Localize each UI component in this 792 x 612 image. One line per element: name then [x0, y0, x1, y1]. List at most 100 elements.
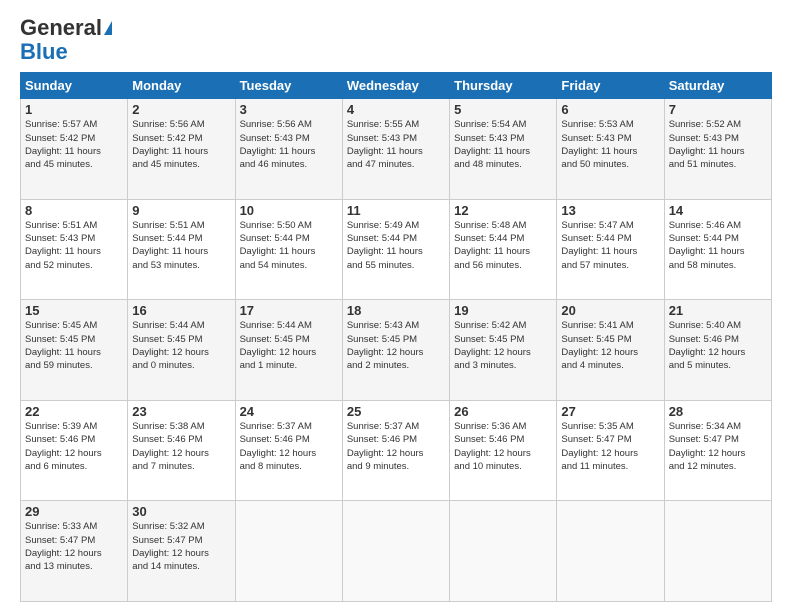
calendar-day-cell: 9Sunrise: 5:51 AM Sunset: 5:44 PM Daylig…: [128, 199, 235, 300]
day-number: 10: [240, 203, 338, 218]
day-number: 14: [669, 203, 767, 218]
day-info: Sunrise: 5:47 AM Sunset: 5:44 PM Dayligh…: [561, 219, 659, 272]
day-info: Sunrise: 5:44 AM Sunset: 5:45 PM Dayligh…: [240, 319, 338, 372]
calendar-header-row: SundayMondayTuesdayWednesdayThursdayFrid…: [21, 73, 772, 99]
day-number: 7: [669, 102, 767, 117]
day-number: 21: [669, 303, 767, 318]
day-number: 27: [561, 404, 659, 419]
calendar-day-cell: 7Sunrise: 5:52 AM Sunset: 5:43 PM Daylig…: [664, 99, 771, 200]
weekday-header: Wednesday: [342, 73, 449, 99]
logo-blue: Blue: [20, 40, 68, 64]
day-info: Sunrise: 5:57 AM Sunset: 5:42 PM Dayligh…: [25, 118, 123, 171]
day-number: 15: [25, 303, 123, 318]
day-info: Sunrise: 5:37 AM Sunset: 5:46 PM Dayligh…: [240, 420, 338, 473]
day-number: 16: [132, 303, 230, 318]
calendar-day-cell: 17Sunrise: 5:44 AM Sunset: 5:45 PM Dayli…: [235, 300, 342, 401]
calendar-day-cell: 26Sunrise: 5:36 AM Sunset: 5:46 PM Dayli…: [450, 400, 557, 501]
day-info: Sunrise: 5:51 AM Sunset: 5:43 PM Dayligh…: [25, 219, 123, 272]
calendar-week-row: 29Sunrise: 5:33 AM Sunset: 5:47 PM Dayli…: [21, 501, 772, 602]
day-number: 13: [561, 203, 659, 218]
day-info: Sunrise: 5:54 AM Sunset: 5:43 PM Dayligh…: [454, 118, 552, 171]
calendar-day-cell: [342, 501, 449, 602]
page: General Blue SundayMondayTuesdayWednesda…: [0, 0, 792, 612]
day-number: 19: [454, 303, 552, 318]
day-number: 20: [561, 303, 659, 318]
day-number: 17: [240, 303, 338, 318]
day-info: Sunrise: 5:42 AM Sunset: 5:45 PM Dayligh…: [454, 319, 552, 372]
calendar-day-cell: 28Sunrise: 5:34 AM Sunset: 5:47 PM Dayli…: [664, 400, 771, 501]
weekday-header: Tuesday: [235, 73, 342, 99]
day-number: 18: [347, 303, 445, 318]
logo: General Blue: [20, 16, 112, 64]
calendar-day-cell: [664, 501, 771, 602]
calendar-day-cell: 6Sunrise: 5:53 AM Sunset: 5:43 PM Daylig…: [557, 99, 664, 200]
day-number: 29: [25, 504, 123, 519]
calendar-day-cell: 22Sunrise: 5:39 AM Sunset: 5:46 PM Dayli…: [21, 400, 128, 501]
calendar-day-cell: 25Sunrise: 5:37 AM Sunset: 5:46 PM Dayli…: [342, 400, 449, 501]
day-number: 6: [561, 102, 659, 117]
day-number: 24: [240, 404, 338, 419]
day-number: 22: [25, 404, 123, 419]
day-info: Sunrise: 5:36 AM Sunset: 5:46 PM Dayligh…: [454, 420, 552, 473]
weekday-header: Monday: [128, 73, 235, 99]
day-info: Sunrise: 5:56 AM Sunset: 5:43 PM Dayligh…: [240, 118, 338, 171]
day-info: Sunrise: 5:41 AM Sunset: 5:45 PM Dayligh…: [561, 319, 659, 372]
calendar-day-cell: 3Sunrise: 5:56 AM Sunset: 5:43 PM Daylig…: [235, 99, 342, 200]
day-number: 28: [669, 404, 767, 419]
calendar-day-cell: 21Sunrise: 5:40 AM Sunset: 5:46 PM Dayli…: [664, 300, 771, 401]
day-info: Sunrise: 5:32 AM Sunset: 5:47 PM Dayligh…: [132, 520, 230, 573]
calendar-day-cell: 12Sunrise: 5:48 AM Sunset: 5:44 PM Dayli…: [450, 199, 557, 300]
calendar-day-cell: [557, 501, 664, 602]
day-number: 8: [25, 203, 123, 218]
calendar-day-cell: 20Sunrise: 5:41 AM Sunset: 5:45 PM Dayli…: [557, 300, 664, 401]
calendar-day-cell: 23Sunrise: 5:38 AM Sunset: 5:46 PM Dayli…: [128, 400, 235, 501]
logo-triangle-icon: [104, 21, 112, 35]
day-info: Sunrise: 5:43 AM Sunset: 5:45 PM Dayligh…: [347, 319, 445, 372]
day-number: 25: [347, 404, 445, 419]
calendar-day-cell: 24Sunrise: 5:37 AM Sunset: 5:46 PM Dayli…: [235, 400, 342, 501]
day-number: 30: [132, 504, 230, 519]
day-info: Sunrise: 5:55 AM Sunset: 5:43 PM Dayligh…: [347, 118, 445, 171]
day-info: Sunrise: 5:56 AM Sunset: 5:42 PM Dayligh…: [132, 118, 230, 171]
calendar-day-cell: 4Sunrise: 5:55 AM Sunset: 5:43 PM Daylig…: [342, 99, 449, 200]
day-info: Sunrise: 5:33 AM Sunset: 5:47 PM Dayligh…: [25, 520, 123, 573]
day-info: Sunrise: 5:46 AM Sunset: 5:44 PM Dayligh…: [669, 219, 767, 272]
calendar-week-row: 8Sunrise: 5:51 AM Sunset: 5:43 PM Daylig…: [21, 199, 772, 300]
weekday-header: Thursday: [450, 73, 557, 99]
calendar-day-cell: [450, 501, 557, 602]
day-number: 26: [454, 404, 552, 419]
calendar-day-cell: 15Sunrise: 5:45 AM Sunset: 5:45 PM Dayli…: [21, 300, 128, 401]
day-info: Sunrise: 5:49 AM Sunset: 5:44 PM Dayligh…: [347, 219, 445, 272]
day-info: Sunrise: 5:40 AM Sunset: 5:46 PM Dayligh…: [669, 319, 767, 372]
calendar-day-cell: 5Sunrise: 5:54 AM Sunset: 5:43 PM Daylig…: [450, 99, 557, 200]
day-info: Sunrise: 5:39 AM Sunset: 5:46 PM Dayligh…: [25, 420, 123, 473]
day-info: Sunrise: 5:48 AM Sunset: 5:44 PM Dayligh…: [454, 219, 552, 272]
day-number: 5: [454, 102, 552, 117]
calendar-day-cell: 16Sunrise: 5:44 AM Sunset: 5:45 PM Dayli…: [128, 300, 235, 401]
day-number: 11: [347, 203, 445, 218]
logo-text: General: [20, 16, 112, 40]
calendar-day-cell: 18Sunrise: 5:43 AM Sunset: 5:45 PM Dayli…: [342, 300, 449, 401]
day-number: 12: [454, 203, 552, 218]
calendar-day-cell: 27Sunrise: 5:35 AM Sunset: 5:47 PM Dayli…: [557, 400, 664, 501]
day-number: 4: [347, 102, 445, 117]
calendar-week-row: 22Sunrise: 5:39 AM Sunset: 5:46 PM Dayli…: [21, 400, 772, 501]
day-info: Sunrise: 5:44 AM Sunset: 5:45 PM Dayligh…: [132, 319, 230, 372]
day-info: Sunrise: 5:50 AM Sunset: 5:44 PM Dayligh…: [240, 219, 338, 272]
day-info: Sunrise: 5:37 AM Sunset: 5:46 PM Dayligh…: [347, 420, 445, 473]
calendar-week-row: 1Sunrise: 5:57 AM Sunset: 5:42 PM Daylig…: [21, 99, 772, 200]
calendar-day-cell: 30Sunrise: 5:32 AM Sunset: 5:47 PM Dayli…: [128, 501, 235, 602]
calendar-week-row: 15Sunrise: 5:45 AM Sunset: 5:45 PM Dayli…: [21, 300, 772, 401]
calendar-day-cell: 14Sunrise: 5:46 AM Sunset: 5:44 PM Dayli…: [664, 199, 771, 300]
day-info: Sunrise: 5:52 AM Sunset: 5:43 PM Dayligh…: [669, 118, 767, 171]
calendar-day-cell: 13Sunrise: 5:47 AM Sunset: 5:44 PM Dayli…: [557, 199, 664, 300]
day-info: Sunrise: 5:53 AM Sunset: 5:43 PM Dayligh…: [561, 118, 659, 171]
day-info: Sunrise: 5:51 AM Sunset: 5:44 PM Dayligh…: [132, 219, 230, 272]
day-number: 2: [132, 102, 230, 117]
day-number: 3: [240, 102, 338, 117]
header: General Blue: [20, 16, 772, 64]
calendar-day-cell: 2Sunrise: 5:56 AM Sunset: 5:42 PM Daylig…: [128, 99, 235, 200]
day-number: 1: [25, 102, 123, 117]
calendar-day-cell: [235, 501, 342, 602]
day-info: Sunrise: 5:38 AM Sunset: 5:46 PM Dayligh…: [132, 420, 230, 473]
